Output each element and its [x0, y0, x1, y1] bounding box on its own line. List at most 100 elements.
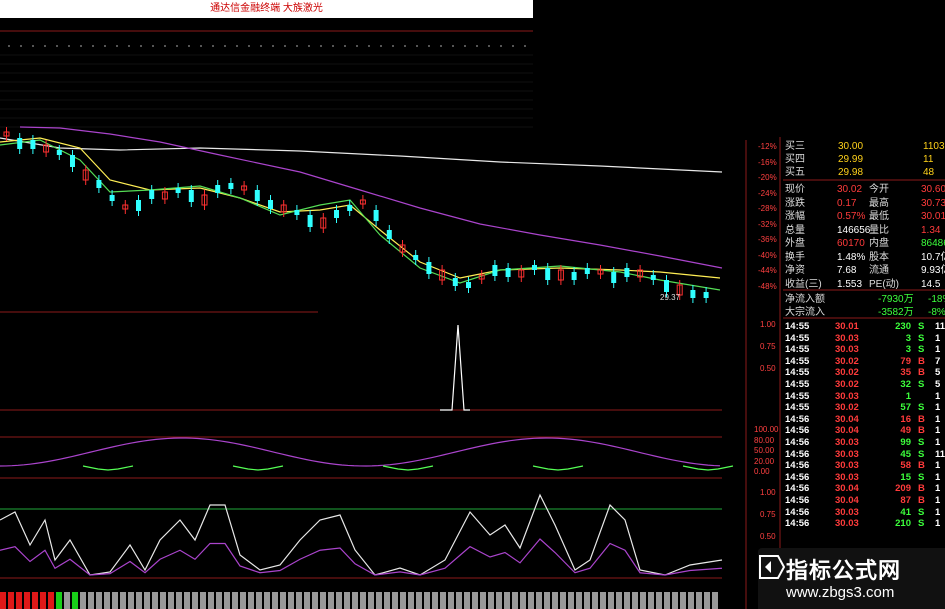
dot-marker — [404, 45, 406, 47]
signal-bar — [312, 592, 318, 609]
tick-row[interactable]: 14:55 30.01 230 S 11 — [783, 321, 945, 332]
signal-bar — [288, 592, 294, 609]
tick-side: B — [918, 495, 925, 506]
dot-marker — [104, 45, 106, 47]
stat-value: 1.553 — [837, 278, 863, 290]
indicator2-white-line — [0, 493, 723, 576]
tick-time: 14:56 — [785, 425, 810, 437]
tick-price: 30.03 — [835, 506, 859, 518]
signal-bar — [704, 592, 710, 609]
tick-price: 30.03 — [835, 390, 859, 402]
signal-bar — [568, 592, 574, 609]
tick-side: S — [918, 448, 925, 460]
dot-marker — [332, 45, 334, 47]
tick-side: S — [918, 379, 925, 390]
tick-row[interactable]: 14:56 30.03 210 S 1 — [783, 518, 945, 529]
dot-marker — [260, 45, 262, 47]
signal-bar — [448, 592, 454, 609]
stat-row: 涨幅 0.57% 最低 30.01 — [783, 211, 945, 223]
signal-bar — [256, 592, 262, 609]
tick-row[interactable]: 14:55 30.02 32 S 5 — [783, 379, 945, 390]
tick-row[interactable]: 14:56 30.04 16 B 1 — [783, 414, 945, 425]
tick-row[interactable]: 14:56 30.04 87 B 1 — [783, 495, 945, 506]
tick-side: S — [918, 321, 925, 332]
dot-marker — [152, 45, 154, 47]
tick-price: 30.02 — [835, 402, 859, 414]
pct-label: -24% — [758, 188, 777, 198]
signal-bar — [504, 592, 510, 609]
candle-down — [426, 262, 432, 274]
tick-row[interactable]: 14:56 30.04 49 B 1 — [783, 425, 945, 436]
tick-time: 14:56 — [785, 413, 810, 425]
signal-bar — [64, 592, 70, 609]
signal-bar — [184, 592, 190, 609]
scale-label: 100.00 — [754, 425, 779, 434]
signal-bar — [384, 592, 390, 609]
scale-label: 1.00 — [760, 488, 776, 497]
ma-purple-line — [19, 126, 723, 269]
signal-bar — [144, 592, 150, 609]
tick-row[interactable]: 14:55 30.02 57 S 1 — [783, 402, 945, 413]
tick-row[interactable]: 14:56 30.03 41 S 1 — [783, 507, 945, 518]
pct-label: -16% — [758, 157, 777, 167]
stat-row: 换手 1.48%股本 10.7亿 — [783, 252, 945, 264]
stat-label: 最低 — [869, 211, 889, 222]
stat-label: 净资 — [785, 265, 805, 276]
tick-side: S — [918, 437, 925, 448]
tick-count: 1 — [935, 332, 941, 344]
indicator1-low-segment — [382, 465, 434, 471]
signal-bar — [40, 592, 46, 609]
tick-row[interactable]: 14:55 30.03 3 S 1 — [783, 333, 945, 344]
signal-bar — [152, 592, 158, 609]
candle-down — [307, 215, 313, 227]
tick-row[interactable]: 14:55 30.03 3 S 1 — [783, 344, 945, 355]
signal-bar — [456, 592, 462, 609]
dot-marker — [32, 45, 34, 47]
stat-label: 涨幅 — [785, 211, 805, 222]
dot-marker — [368, 45, 370, 47]
signal-bar — [368, 592, 374, 609]
signal-bar — [72, 592, 78, 609]
tick-side: B — [918, 413, 925, 425]
tick-price: 30.02 — [835, 367, 859, 379]
tick-volume: 3 — [905, 332, 911, 344]
signal-bar — [296, 592, 302, 609]
dot-marker — [476, 45, 478, 47]
tick-row[interactable]: 14:55 30.02 35 B 5 — [783, 367, 945, 378]
tick-row[interactable]: 14:55 30.02 79 B 7 — [783, 356, 945, 367]
indicator1-low-segment — [82, 465, 134, 471]
dot-marker — [320, 45, 322, 47]
stat-label: 股本 — [869, 251, 889, 263]
signal-bar — [32, 592, 38, 609]
dot-marker — [248, 45, 250, 47]
tick-count: 1 — [935, 344, 941, 356]
signal-bar — [544, 592, 550, 609]
dot-marker — [92, 45, 94, 47]
flow-pct: -18% — [928, 294, 945, 305]
tick-row[interactable]: 14:56 30.03 45 S 11 — [783, 449, 945, 460]
signal-bar — [216, 592, 222, 609]
stat-value: 146656 — [837, 224, 871, 236]
signal-bar — [480, 592, 486, 609]
tick-side: S — [918, 402, 925, 414]
stat-label: 最高 — [869, 197, 889, 209]
tick-row[interactable]: 14:56 30.03 58 B 1 — [783, 460, 945, 471]
stat-row: 外盘 60170 内盘 86486 — [783, 238, 945, 250]
tick-count: 1 — [935, 413, 941, 425]
tick-row[interactable]: 14:56 30.03 99 S 1 — [783, 437, 945, 448]
tick-volume: 35 — [900, 367, 911, 379]
candle-down — [334, 210, 339, 218]
tick-volume: 3 — [905, 344, 911, 356]
tick-row[interactable]: 14:56 30.03 15 S 1 — [783, 472, 945, 483]
signal-bar — [496, 592, 502, 609]
tick-row[interactable]: 14:55 30.03 1 1 — [783, 391, 945, 402]
stat-value: 1.48% — [837, 251, 866, 263]
flow-pct: -8% — [928, 307, 945, 318]
tick-row[interactable]: 14:56 30.04 209 B 1 — [783, 483, 945, 494]
candle-down — [650, 275, 656, 280]
stat-value: 14.5 — [921, 278, 941, 290]
tick-volume: 41 — [900, 506, 911, 518]
tick-side: S — [918, 506, 925, 518]
tick-volume: 99 — [900, 437, 911, 448]
dot-marker — [176, 45, 178, 47]
